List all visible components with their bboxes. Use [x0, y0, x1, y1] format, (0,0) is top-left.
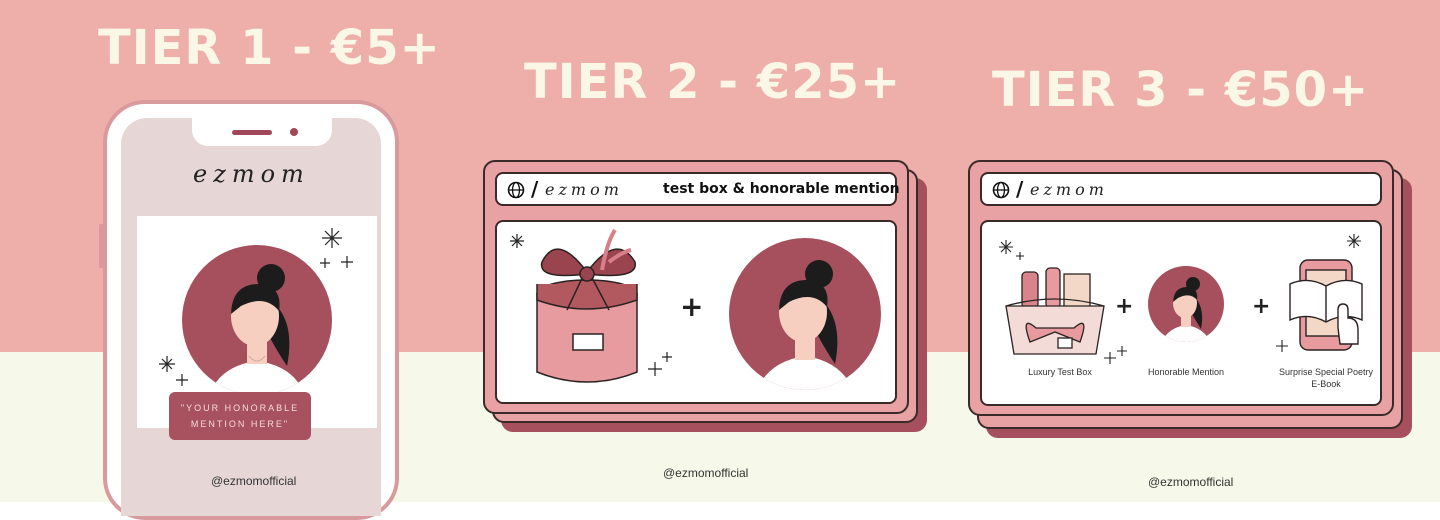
window-content: +: [495, 220, 897, 404]
window-logo: ezmom: [545, 180, 623, 199]
tier-3-title: TIER 3 - €50+: [992, 62, 1370, 118]
ezmom-logo: ezmom: [193, 160, 310, 188]
url-slash: /: [531, 177, 539, 201]
speaker-bar: [232, 130, 272, 135]
globe-icon: [507, 181, 525, 199]
phone-mockup: ezmom "YOUR HONORABLE MENTION HERE": [99, 100, 399, 520]
avatar-icon: [1148, 266, 1224, 342]
tier-2-title: TIER 2 - €25+: [524, 54, 902, 110]
window-title: test box & honorable mention: [663, 181, 900, 197]
camera-dot: [290, 128, 298, 136]
logo-text: ezmom: [193, 160, 310, 188]
tier-3-handle: @ezmomofficial: [1148, 475, 1234, 489]
tier-1-title: TIER 1 - €5+: [98, 20, 441, 76]
plus-sign: +: [680, 290, 704, 323]
globe-icon: [992, 181, 1010, 199]
window-frame: / ezmom Luxury Test Box + Honorable Ment…: [968, 160, 1394, 416]
window-frame: / ezmom test box & honorable mention +: [483, 160, 909, 414]
tier-2-handle: @ezmomofficial: [663, 466, 749, 480]
window-content: Luxury Test Box + Honorable Mention + Su…: [980, 220, 1382, 406]
item-label-ebook: Surprise Special Poetry E-Book: [1278, 367, 1374, 389]
tier-3-window: / ezmom Luxury Test Box + Honorable Ment…: [968, 160, 1412, 438]
phone-notch: [192, 116, 332, 146]
luxury-basket-icon: [1005, 267, 1105, 355]
window-address-bar: / ezmom: [980, 172, 1382, 206]
phone-screen: ezmom "YOUR HONORABLE MENTION HERE": [121, 116, 381, 516]
avatar-icon: [729, 238, 881, 390]
tier-1-handle: @ezmomofficial: [211, 474, 297, 488]
plus-sign: +: [1252, 294, 1271, 319]
url-slash: /: [1016, 177, 1024, 201]
honorable-mention-quote: "YOUR HONORABLE MENTION HERE": [169, 392, 311, 440]
item-label-luxury: Luxury Test Box: [1028, 367, 1092, 377]
ebook-tablet-icon: [1289, 259, 1363, 351]
tier-2-window: / ezmom test box & honorable mention +: [483, 160, 927, 432]
item-label-mention: Honorable Mention: [1147, 367, 1225, 377]
phone-side-button: [99, 224, 104, 268]
window-address-bar: / ezmom test box & honorable mention: [495, 172, 900, 206]
window-logo: ezmom: [1030, 180, 1108, 199]
plus-sign: +: [1115, 294, 1134, 319]
